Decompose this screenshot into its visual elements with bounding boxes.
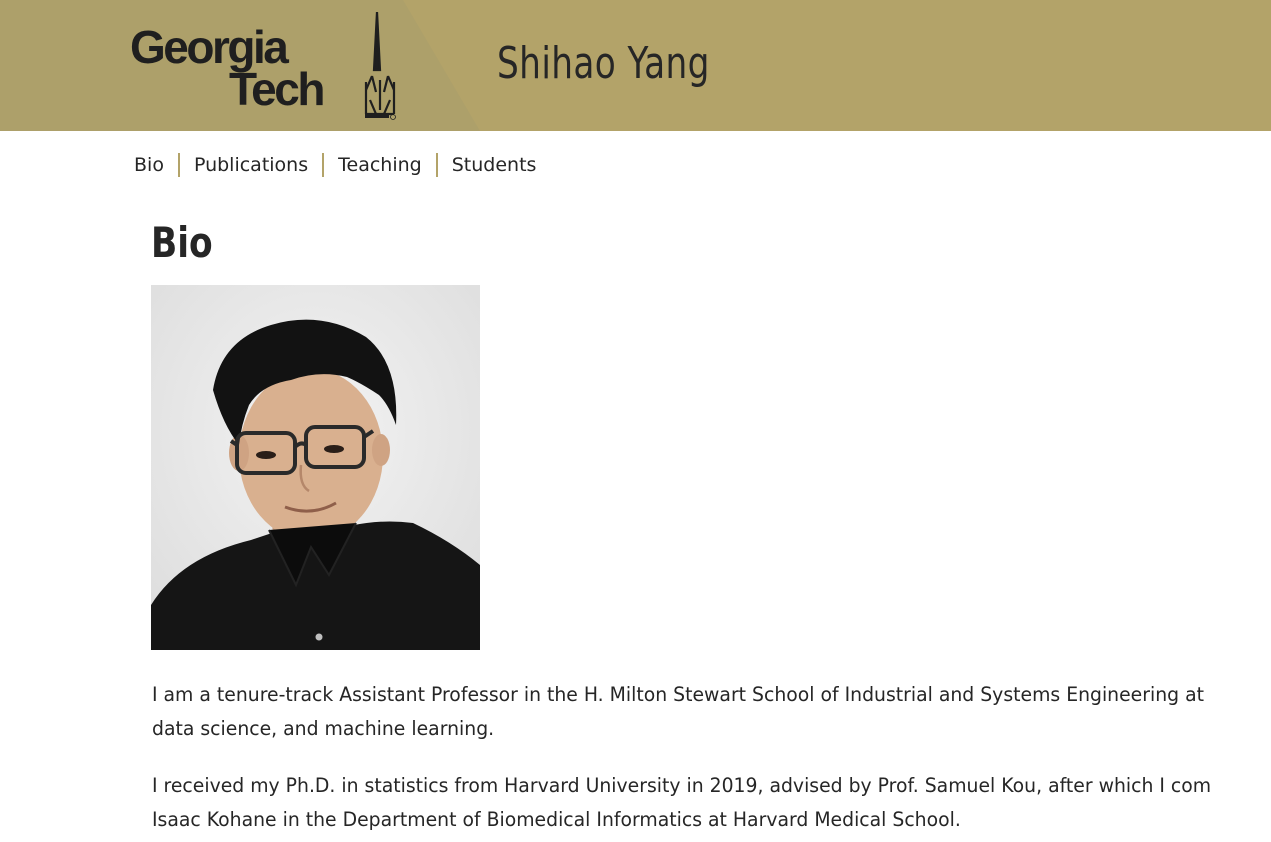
- nav-item-publications[interactable]: Publications: [194, 154, 308, 176]
- nav-separator: [177, 153, 180, 177]
- georgia-tech-logo[interactable]: Georgia Tech: [130, 10, 400, 125]
- logo-line-1: Georgia: [130, 21, 289, 73]
- bio-paragraph-2-line-1: I received my Ph.D. in statistics from H…: [152, 774, 1212, 797]
- main-nav: Bio Publications Teaching Students: [134, 152, 536, 178]
- nav-separator: [322, 153, 325, 177]
- nav-item-bio[interactable]: Bio: [134, 154, 164, 176]
- site-name[interactable]: Shihao Yang: [497, 38, 710, 89]
- bio-paragraph-1: I am a tenure-track Assistant Professor …: [152, 678, 1204, 746]
- profile-photo: [151, 285, 480, 650]
- logo-line-2: Tech: [229, 63, 325, 115]
- logo-wordmark: Georgia Tech: [130, 21, 325, 115]
- nav-item-students[interactable]: Students: [452, 154, 537, 176]
- bio-paragraph-2: I received my Ph.D. in statistics from H…: [152, 769, 1211, 837]
- bio-paragraph-1-line-2: data science, and machine learning.: [152, 717, 495, 740]
- nav-separator: [435, 153, 438, 177]
- site-header: Georgia Tech Shihao Yang: [0, 0, 1271, 131]
- bio-paragraph-1-line-1: I am a tenure-track Assistant Professor …: [152, 683, 1205, 706]
- page-title: Bio: [151, 218, 213, 267]
- bio-paragraph-2-line-2: Isaac Kohane in the Department of Biomed…: [152, 808, 961, 831]
- tech-tower-icon: [364, 11, 396, 120]
- nav-item-teaching[interactable]: Teaching: [338, 154, 422, 176]
